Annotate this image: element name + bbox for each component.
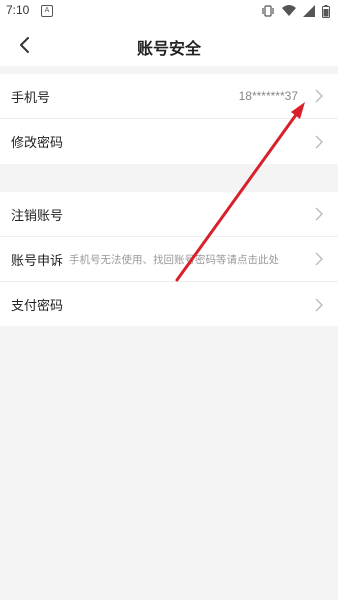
phone-number-value: 18*******37 <box>238 89 298 103</box>
chevron-right-icon <box>315 207 323 221</box>
change-password-label: 修改密码 <box>11 136 64 151</box>
payment-password-label: 支付密码 <box>11 299 64 314</box>
status-bar: 7:10 A <box>0 0 338 24</box>
delete-account-row[interactable]: 注销账号 <box>0 192 338 237</box>
wifi-icon <box>282 5 296 16</box>
status-icons <box>261 4 330 18</box>
account-appeal-hint: 手机号无法使用、找回账号密码等请点击此处 <box>69 253 279 266</box>
battery-icon <box>322 4 330 18</box>
chevron-right-icon <box>315 89 323 103</box>
phone-number-label: 手机号 <box>11 90 51 106</box>
account-appeal-row[interactable]: 账号申诉 手机号无法使用、找回账号密码等请点击此处 <box>0 237 338 282</box>
account-appeal-label: 账号申诉 <box>11 253 64 269</box>
phone-number-row[interactable]: 手机号 18*******37 <box>0 74 338 119</box>
settings-group-primary: 手机号 18*******37 修改密码 <box>0 74 338 164</box>
nav-bar: 账号安全 <box>0 24 338 66</box>
chevron-right-icon <box>315 298 323 311</box>
status-time: 7:10 <box>6 3 30 17</box>
page-title: 账号安全 <box>136 39 201 58</box>
notification-app-icon: A <box>41 5 53 17</box>
chevron-right-icon <box>315 252 323 266</box>
delete-account-label: 注销账号 <box>11 208 64 224</box>
cellular-signal-icon <box>303 5 315 17</box>
change-password-row[interactable]: 修改密码 <box>0 119 338 164</box>
vibrate-icon <box>262 5 274 17</box>
settings-group-secondary: 注销账号 账号申诉 手机号无法使用、找回账号密码等请点击此处 支付密码 <box>0 192 338 326</box>
chevron-right-icon <box>315 135 323 148</box>
payment-password-row[interactable]: 支付密码 <box>0 282 338 327</box>
